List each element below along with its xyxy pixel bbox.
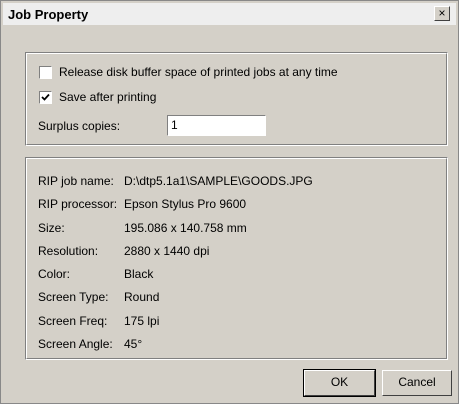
info-key-rip-processor: RIP processor: <box>38 197 118 211</box>
info-key-screen-freq: Screen Freq: <box>38 314 108 328</box>
info-key-rip-job-name: RIP job name: <box>38 174 114 188</box>
surplus-copies-input[interactable]: 1 <box>167 115 266 136</box>
cancel-button[interactable]: Cancel <box>382 370 452 396</box>
save-after-printing-checkbox[interactable] <box>39 91 52 104</box>
info-value-screen-type: Round <box>124 290 160 304</box>
job-property-dialog: Job Property × Release disk buffer space… <box>0 0 459 404</box>
dialog-title: Job Property <box>8 7 89 22</box>
info-key-resolution: Resolution: <box>38 244 99 258</box>
checkmark-icon <box>41 93 50 101</box>
release-buffer-checkbox[interactable] <box>39 66 52 79</box>
info-value-size: 195.086 x 140.758 mm <box>124 221 247 235</box>
info-value-rip-processor: Epson Stylus Pro 9600 <box>124 197 247 211</box>
close-icon: × <box>438 6 446 20</box>
info-value-screen-angle: 45° <box>124 337 143 351</box>
info-value-color: Black <box>124 267 154 281</box>
info-key-color: Color: <box>38 267 71 281</box>
info-key-size: Size: <box>38 221 65 235</box>
ok-button[interactable]: OK <box>303 369 376 397</box>
surplus-copies-label: Surplus copies: <box>38 119 121 133</box>
save-after-printing-label[interactable]: Save after printing <box>59 90 156 104</box>
title-bar[interactable]: Job Property × <box>3 3 456 25</box>
info-value-resolution: 2880 x 1440 dpi <box>124 244 210 258</box>
close-button[interactable]: × <box>434 6 450 21</box>
info-key-screen-type: Screen Type: <box>38 290 109 304</box>
info-key-screen-angle: Screen Angle: <box>38 337 113 351</box>
info-value-rip-job-name: D:\dtp5.1a1\SAMPLE\GOODS.JPG <box>124 174 313 188</box>
release-buffer-label[interactable]: Release disk buffer space of printed job… <box>59 65 338 79</box>
info-value-screen-freq: 175 lpi <box>124 314 160 328</box>
